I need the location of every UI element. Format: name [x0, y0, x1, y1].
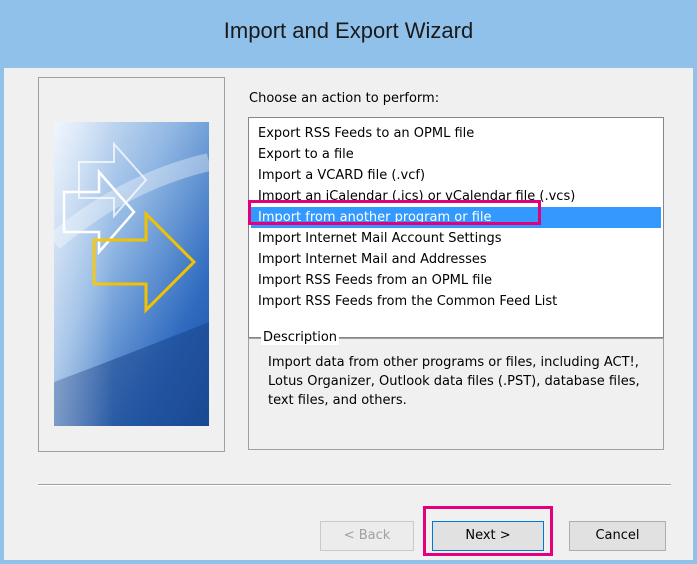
- list-item[interactable]: Import RSS Feeds from an OPML file: [251, 270, 661, 291]
- list-item[interactable]: Import a VCARD file (.vcf): [251, 165, 661, 186]
- list-item[interactable]: Import Internet Mail and Addresses: [251, 249, 661, 270]
- wizard-art-frame: [38, 77, 225, 452]
- title-bar: Import and Export Wizard: [4, 4, 693, 68]
- list-item[interactable]: Export RSS Feeds to an OPML file: [251, 123, 661, 144]
- list-item[interactable]: Import Internet Mail Account Settings: [251, 228, 661, 249]
- description-text: Import data from other programs or files…: [268, 355, 640, 408]
- list-item[interactable]: Import RSS Feeds from the Common Feed Li…: [251, 291, 661, 312]
- wizard-body: Choose an action to perform: Export RSS …: [4, 68, 693, 560]
- wizard-window: Import and Export Wizard Choose an actio…: [0, 0, 697, 564]
- choose-action-label: Choose an action to perform:: [249, 91, 440, 106]
- import-export-arrows-icon: [54, 122, 209, 426]
- next-button[interactable]: Next >: [432, 521, 544, 551]
- window-title: Import and Export Wizard: [223, 18, 474, 43]
- back-button[interactable]: < Back: [320, 521, 414, 551]
- list-item[interactable]: Export to a file: [251, 144, 661, 165]
- list-item-selected[interactable]: Import from another program or file: [251, 207, 661, 228]
- cancel-button[interactable]: Cancel: [569, 521, 666, 551]
- description-label: Description: [261, 330, 340, 345]
- list-item[interactable]: Import an iCalendar (.ics) or vCalendar …: [251, 186, 661, 207]
- action-listbox[interactable]: Export RSS Feeds to an OPML file Export …: [248, 117, 664, 338]
- footer-separator: [38, 484, 671, 486]
